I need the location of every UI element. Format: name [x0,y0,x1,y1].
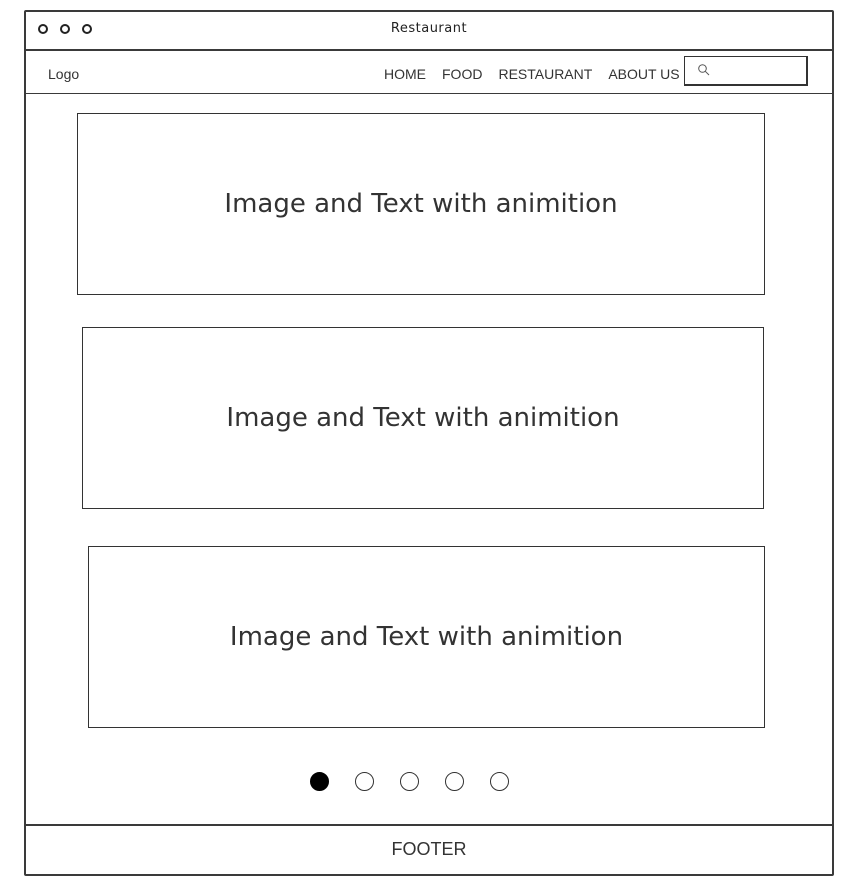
footer-label: FOOTER [391,839,467,859]
carousel-panel[interactable]: Image and Text with animition [82,327,764,509]
carousel-pagination [310,772,509,791]
browser-window: Restaurant Logo HOME FOOD RESTAURANT ABO… [24,10,834,876]
search-icon [698,64,710,76]
carousel-panel[interactable]: Image and Text with animition [77,113,765,295]
pagination-dot[interactable] [310,772,329,791]
pagination-dot[interactable] [445,772,464,791]
nav-item-home[interactable]: HOME [384,66,426,82]
panel-text: Image and Text with animition [229,622,624,652]
nav-item-about-us[interactable]: ABOUT US [608,66,679,82]
window-title: Restaurant [390,21,468,36]
pagination-dot[interactable] [490,772,509,791]
main-nav: HOME FOOD RESTAURANT ABOUT US [384,66,680,82]
site-logo[interactable]: Logo [48,66,79,82]
page-footer: FOOTER [26,824,832,874]
nav-item-restaurant[interactable]: RESTAURANT [498,66,592,82]
search-input[interactable] [684,56,808,86]
top-navbar: Logo HOME FOOD RESTAURANT ABOUT US [26,51,832,94]
panel-text: Image and Text with animition [226,403,620,433]
pagination-dot[interactable] [400,772,419,791]
carousel-panel[interactable]: Image and Text with animition [88,546,765,728]
panel-text: Image and Text with animition [224,189,618,219]
window-titlebar: Restaurant [26,12,832,51]
nav-item-food[interactable]: FOOD [442,66,482,82]
pagination-dot[interactable] [355,772,374,791]
